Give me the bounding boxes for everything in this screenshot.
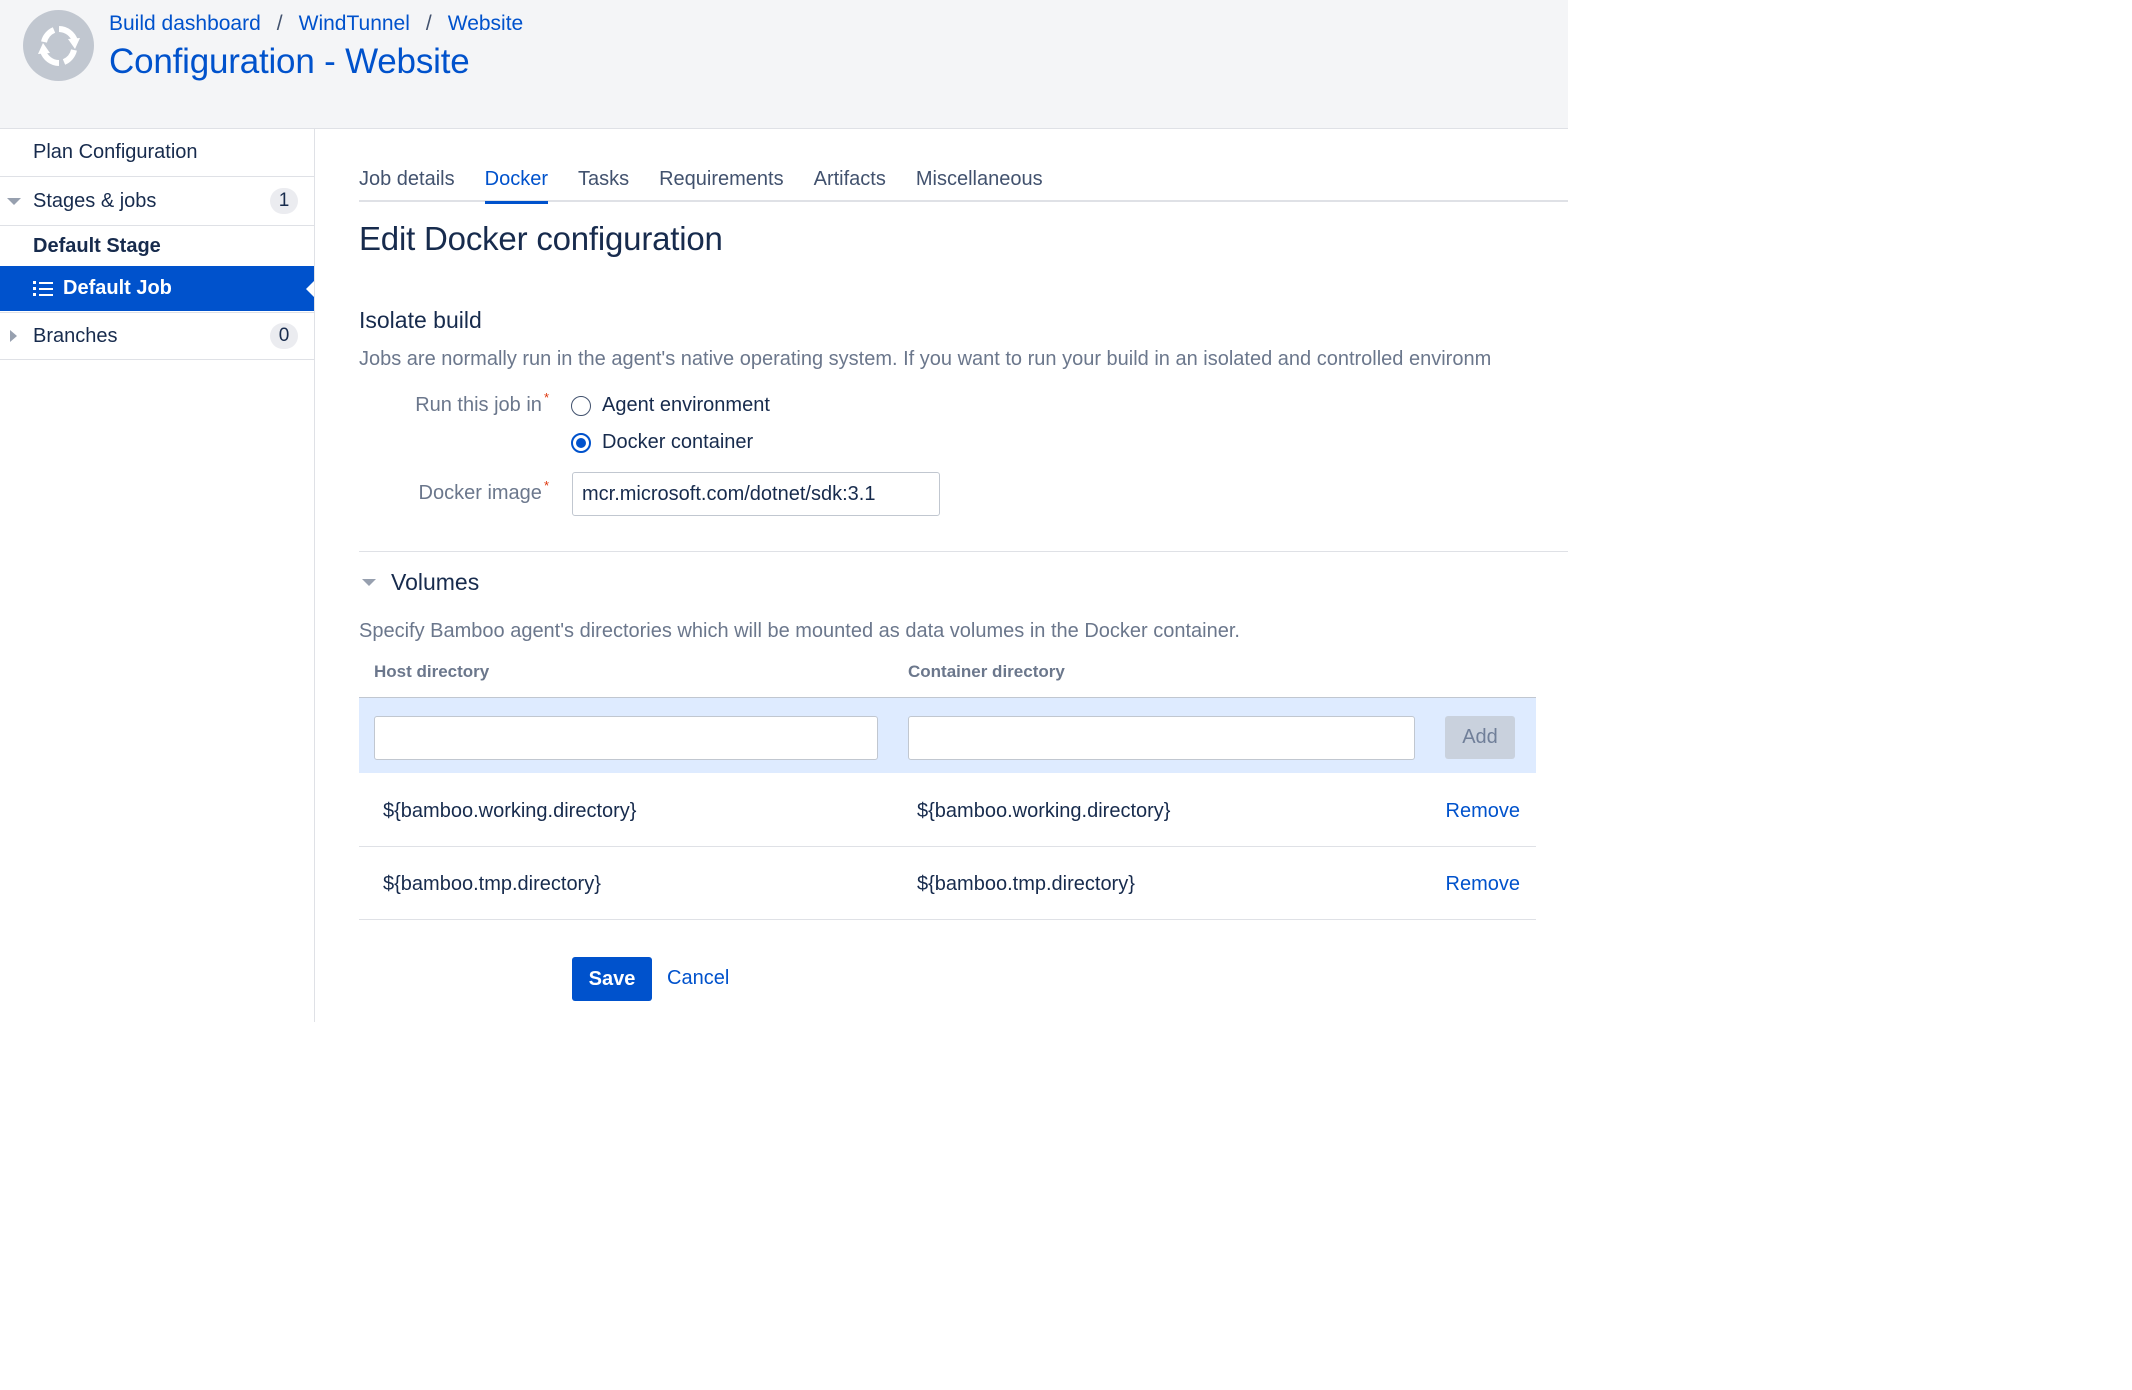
sidebar-item-plan-configuration[interactable]: Plan Configuration [0, 129, 314, 177]
tab-miscellaneous[interactable]: Miscellaneous [916, 168, 1043, 202]
cancel-link[interactable]: Cancel [667, 967, 729, 990]
docker-image-label: Docker image * [359, 478, 549, 505]
save-button[interactable]: Save [572, 957, 652, 1001]
sidebar-item-label: Branches [33, 324, 118, 347]
column-header-container: Container directory [908, 662, 1065, 681]
breadcrumb-separator: / [276, 12, 283, 35]
add-volume-button[interactable]: Add [1445, 716, 1515, 759]
volumes-heading: Volumes [391, 569, 480, 595]
run-job-label: Run this job in * [359, 390, 549, 417]
tab-docker[interactable]: Docker [484, 168, 549, 204]
volumes-description: Specify Bamboo agent's directories which… [359, 620, 1240, 642]
breadcrumb-separator: / [425, 12, 432, 35]
host-directory-value: ${bamboo.working.directory} [383, 800, 637, 822]
branches-count-badge: 0 [270, 323, 298, 349]
tab-job-details[interactable]: Job details [359, 168, 455, 202]
page-header: Build dashboard / WindTunnel / Website C… [0, 0, 1568, 129]
chevron-right-icon[interactable] [10, 330, 17, 342]
stages-count-badge: 1 [270, 188, 298, 214]
isolate-build-heading: Isolate build [359, 307, 482, 333]
sidebar-item-label: Default Stage [33, 234, 161, 257]
breadcrumb-windtunnel[interactable]: WindTunnel [299, 12, 410, 36]
sidebar: Plan Configuration Stages & jobs 1 Defau… [0, 129, 315, 1022]
docker-image-label-text: Docker image [418, 482, 542, 504]
required-marker: * [543, 390, 549, 405]
container-directory-value: ${bamboo.tmp.directory} [917, 873, 1135, 895]
column-header-host: Host directory [374, 662, 490, 681]
sidebar-item-label: Plan Configuration [33, 141, 198, 163]
required-marker: * [543, 478, 549, 493]
chevron-down-icon [362, 579, 376, 586]
run-job-label-text: Run this job in [415, 394, 542, 416]
container-directory-value: ${bamboo.working.directory} [917, 800, 1171, 822]
breadcrumb: Build dashboard / WindTunnel / Website [109, 12, 523, 36]
tab-tasks[interactable]: Tasks [578, 168, 629, 202]
sidebar-item-default-job[interactable]: Default Job [0, 266, 314, 311]
radio-button-unchecked[interactable] [571, 395, 591, 416]
sidebar-item-stages-jobs[interactable]: Stages & jobs 1 [0, 177, 314, 226]
isolate-build-description: Jobs are normally run in the agent's nat… [359, 348, 1492, 370]
volumes-toggle[interactable]: Volumes [359, 569, 479, 596]
table-row: ${bamboo.tmp.directory} ${bamboo.tmp.dir… [359, 847, 1536, 920]
tab-bar: Job details Docker Tasks Requirements Ar… [359, 168, 1568, 204]
sidebar-item-label: Stages & jobs [33, 189, 157, 212]
chevron-down-icon[interactable] [7, 198, 21, 205]
page-title: Configuration - Website [109, 42, 470, 81]
main-content: Job details Docker Tasks Requirements Ar… [315, 129, 1568, 1022]
breadcrumb-website[interactable]: Website [448, 12, 523, 36]
section-heading: Edit Docker configuration [359, 220, 723, 257]
tab-artifacts[interactable]: Artifacts [814, 168, 886, 202]
remove-volume-link[interactable]: Remove [1446, 873, 1520, 896]
table-row: ${bamboo.working.directory} ${bamboo.wor… [359, 774, 1536, 847]
selection-notch [306, 281, 314, 297]
sidebar-item-default-stage[interactable]: Default Stage [0, 226, 314, 266]
docker-image-input[interactable]: mcr.microsoft.com/dotnet/sdk:3.1 [572, 472, 940, 516]
sidebar-item-label: Default Job [63, 277, 172, 299]
radio-agent-environment[interactable]: Agent environment [571, 394, 770, 417]
list-icon [33, 281, 53, 296]
tab-requirements[interactable]: Requirements [659, 168, 784, 202]
docker-image-value: mcr.microsoft.com/dotnet/sdk:3.1 [582, 482, 876, 505]
host-directory-input[interactable] [374, 716, 878, 760]
remove-volume-link[interactable]: Remove [1446, 800, 1520, 823]
host-directory-value: ${bamboo.tmp.directory} [383, 873, 601, 895]
radio-button-checked[interactable] [571, 432, 591, 453]
add-volume-row: Add [359, 697, 1536, 773]
radio-docker-container[interactable]: Docker container [571, 431, 753, 454]
refresh-cycle-icon [23, 10, 94, 81]
section-divider [359, 551, 1568, 552]
radio-label: Agent environment [602, 394, 770, 416]
container-directory-input[interactable] [908, 716, 1415, 760]
sidebar-item-branches[interactable]: Branches 0 [0, 312, 314, 360]
breadcrumb-build-dashboard[interactable]: Build dashboard [109, 12, 261, 36]
radio-label: Docker container [602, 431, 754, 453]
